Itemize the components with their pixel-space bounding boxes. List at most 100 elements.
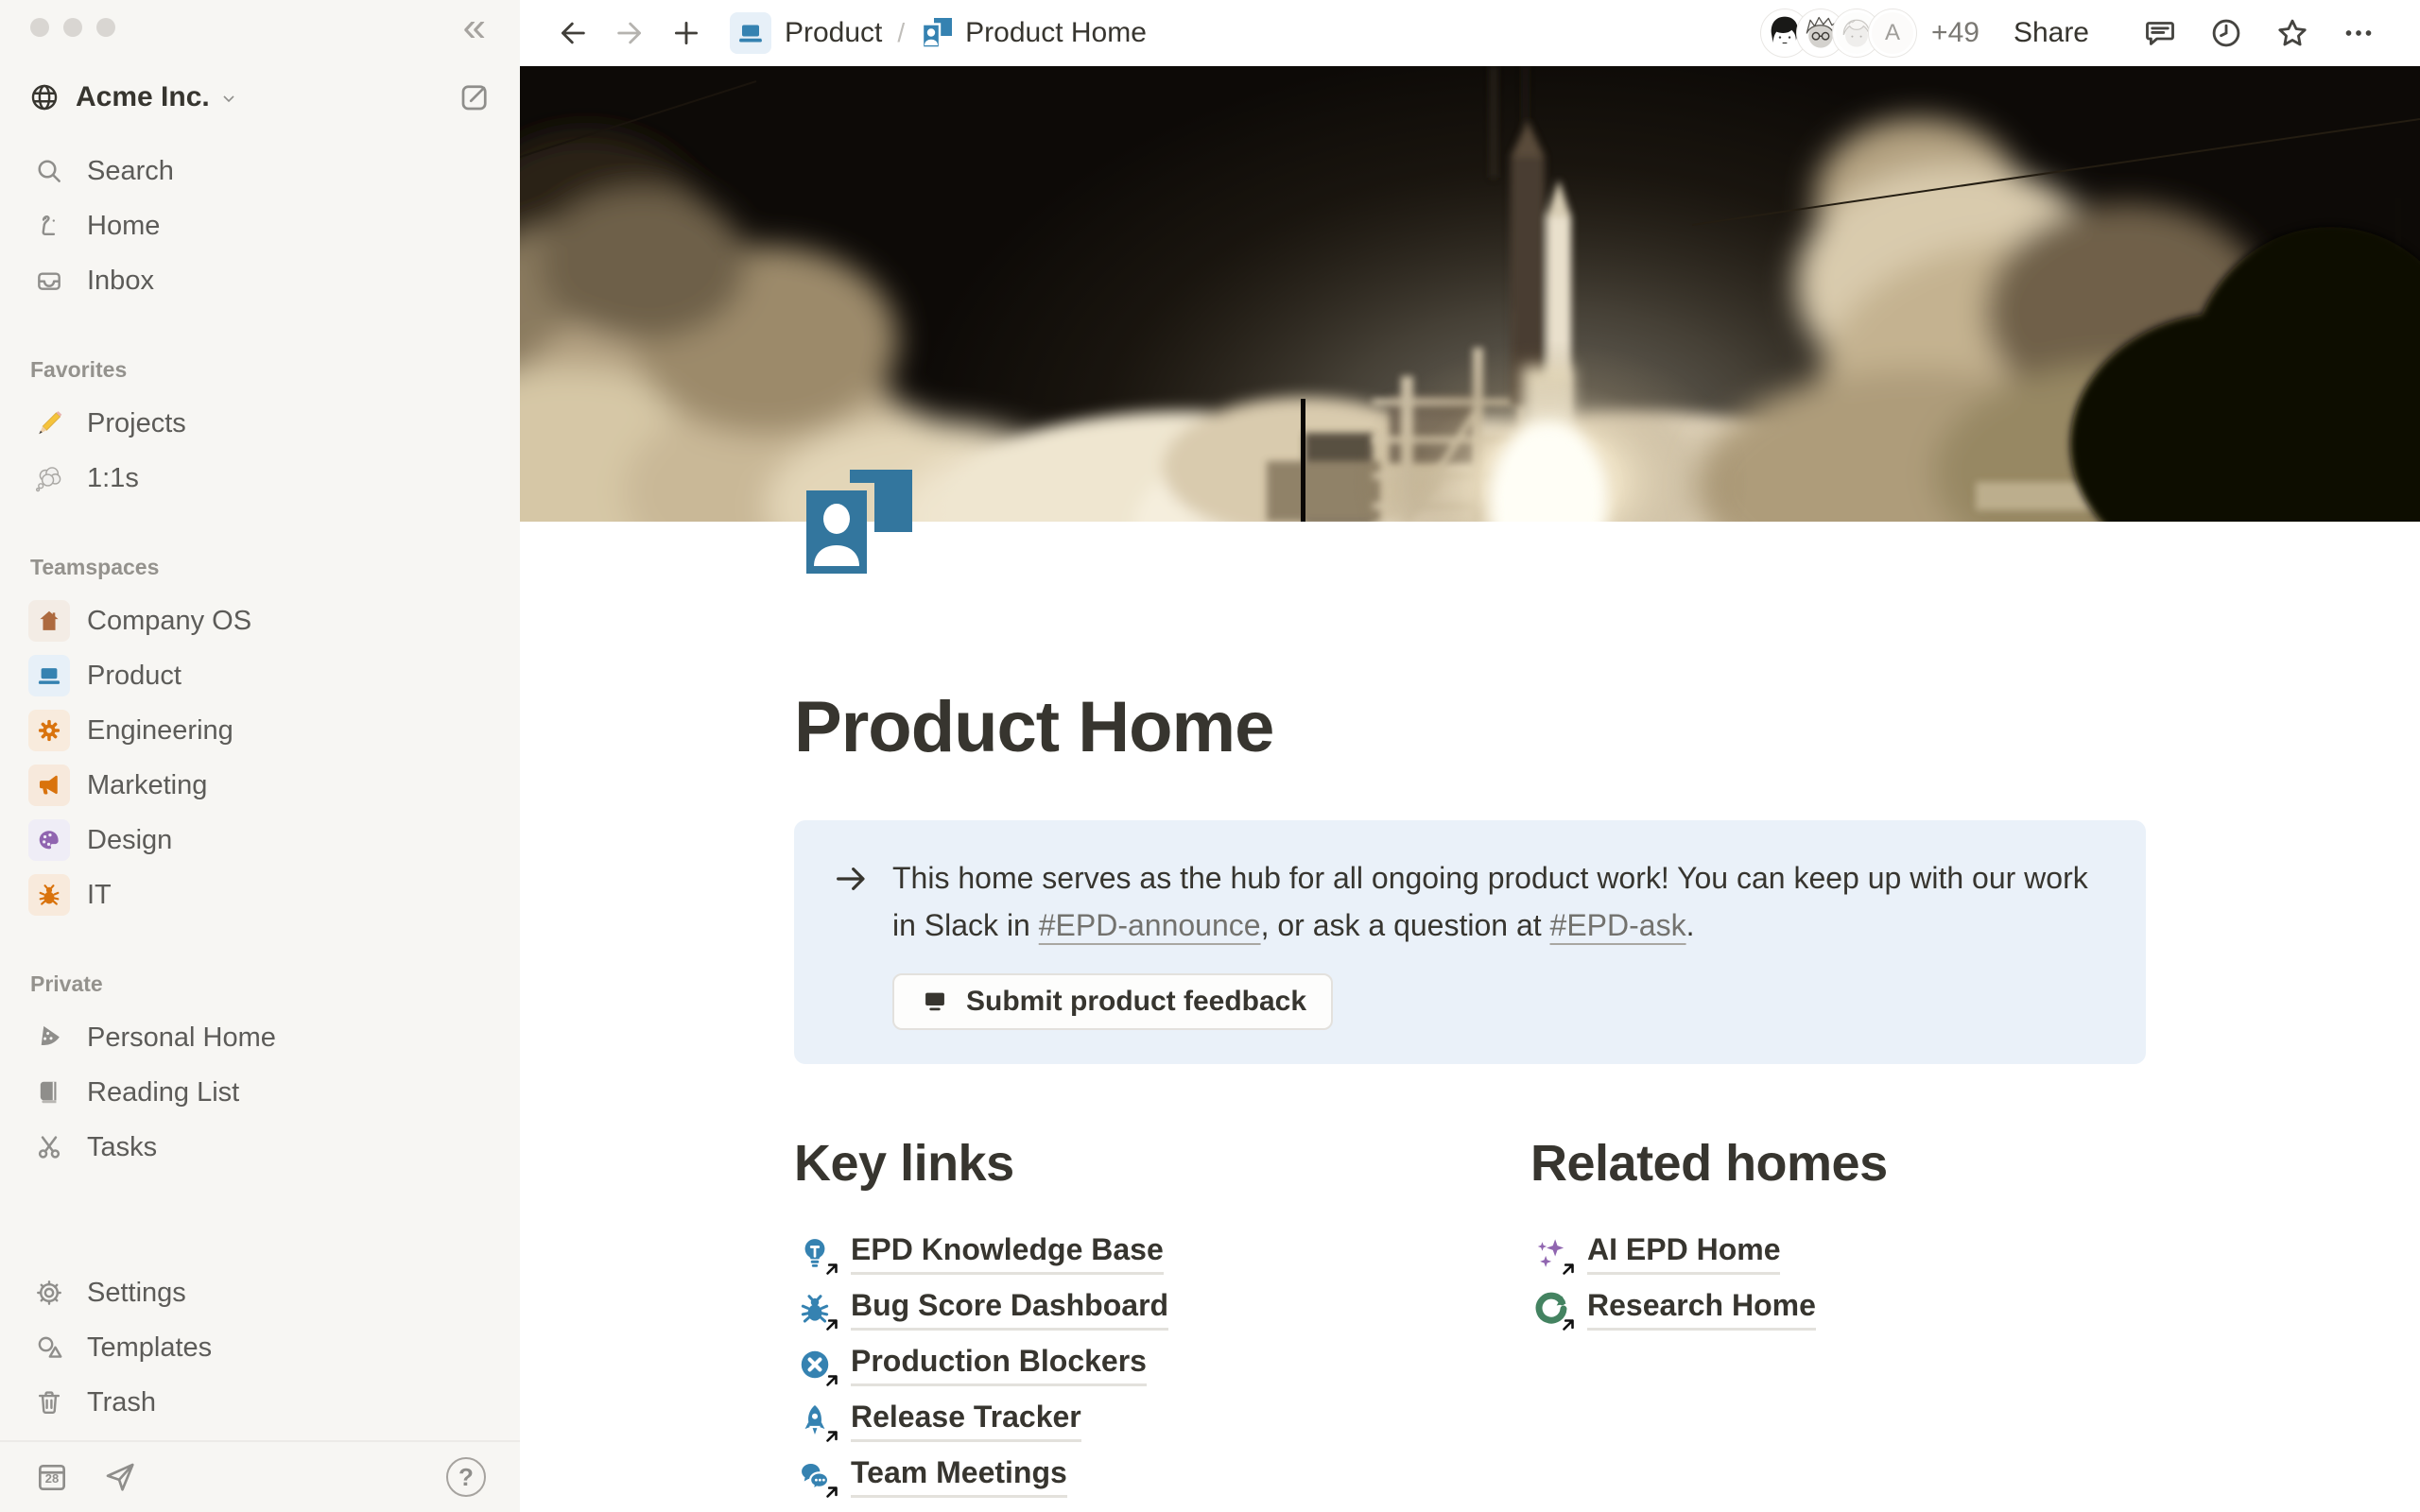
- back-icon[interactable]: [544, 17, 601, 49]
- sidebar-item-design[interactable]: Design: [17, 813, 503, 868]
- link-ai-epd-home[interactable]: AI EPD Home: [1530, 1225, 2146, 1280]
- help-icon[interactable]: ?: [446, 1457, 486, 1497]
- sidebar-item-label: Company OS: [87, 606, 251, 637]
- cover-image: [520, 66, 2420, 522]
- link-label: Production Blockers: [851, 1342, 1147, 1386]
- avatar-overflow: A: [1869, 9, 1916, 57]
- traffic-light-minimize[interactable]: [63, 18, 82, 37]
- link-research-home[interactable]: Research Home: [1530, 1280, 2146, 1336]
- traffic-light-zoom[interactable]: [96, 18, 115, 37]
- breadcrumb-separator: /: [897, 18, 905, 48]
- sidebar-item-templates[interactable]: Templates: [17, 1320, 503, 1375]
- callout: This home serves as the hub for all ongo…: [794, 820, 2146, 1064]
- link-release-tracker[interactable]: Release Tracker: [794, 1392, 1409, 1448]
- link-bug-score-dashboard[interactable]: Bug Score Dashboard: [794, 1280, 1409, 1336]
- search-icon: [28, 156, 70, 186]
- arrow-right-icon: [832, 854, 873, 1030]
- favorite-star-icon[interactable]: [2259, 16, 2325, 50]
- sidebar-item-projects[interactable]: Projects: [17, 396, 503, 451]
- sidebar-item-label: Home: [87, 211, 160, 242]
- sidebar-item-label: Templates: [87, 1332, 212, 1364]
- link-team-meetings[interactable]: Team Meetings: [794, 1448, 1409, 1503]
- key-links-column: Key links EPD Knowledge Base: [794, 1134, 1409, 1503]
- scissors-icon: [28, 1132, 70, 1162]
- slack-announce-link[interactable]: #EPD-announce: [1039, 908, 1261, 942]
- sidebar-item-marketing[interactable]: Marketing: [17, 758, 503, 813]
- breadcrumb-root[interactable]: Product: [785, 17, 882, 49]
- palette-icon: [28, 819, 70, 861]
- sidebar-item-label: Product: [87, 661, 182, 692]
- topbar-actions: A +49 Share: [1761, 9, 2392, 57]
- sidebar-item-engineering[interactable]: Engineering: [17, 703, 503, 758]
- thought-cloud-icon: [28, 462, 70, 494]
- section-label-favorites: Favorites: [17, 357, 503, 383]
- workspace-switcher[interactable]: Acme Inc.: [17, 68, 503, 127]
- more-ellipsis-icon[interactable]: [2325, 16, 2392, 50]
- sidebar-item-product[interactable]: Product: [17, 648, 503, 703]
- breadcrumb-page-icon: [920, 16, 954, 50]
- app-window: « Acme Inc. Search Home: [0, 0, 2420, 1512]
- sidebar-item-it[interactable]: IT: [17, 868, 503, 922]
- sidebar-item-label: Design: [87, 825, 172, 856]
- sidebar-utility-nav: Settings Templates Trash: [17, 1265, 503, 1430]
- sidebar-item-label: Marketing: [87, 770, 207, 801]
- trash-icon: [28, 1387, 70, 1418]
- workspace-name: Acme Inc.: [76, 81, 210, 113]
- calendar-icon[interactable]: 28: [34, 1459, 70, 1495]
- sidebar-item-label: Trash: [87, 1387, 156, 1418]
- cover-art-shuttle-launch: [520, 66, 2420, 522]
- bug-icon: [794, 1288, 836, 1330]
- gear-icon: [28, 710, 70, 751]
- inbox-tray-icon: [28, 266, 70, 296]
- share-button[interactable]: Share: [2014, 17, 2089, 49]
- sidebar-item-tasks[interactable]: Tasks: [17, 1120, 503, 1175]
- sidebar-item-personal-home[interactable]: Personal Home: [17, 1010, 503, 1065]
- page-title[interactable]: Product Home: [794, 690, 2146, 765]
- sidebar-item-label: Settings: [87, 1278, 186, 1309]
- external-arrow-icon: [1560, 1316, 1577, 1333]
- section-label-private: Private: [17, 971, 503, 997]
- gear-outline-icon: [28, 1278, 70, 1308]
- sidebar-item-1-1s[interactable]: 1:1s: [17, 451, 503, 506]
- sidebar-item-home[interactable]: Home: [17, 198, 503, 253]
- new-page-icon[interactable]: [658, 17, 715, 49]
- breadcrumb-product-icon[interactable]: [730, 12, 771, 54]
- sidebar-item-settings[interactable]: Settings: [17, 1265, 503, 1320]
- slack-ask-link[interactable]: #EPD-ask: [1550, 908, 1686, 942]
- link-label: Release Tracker: [851, 1398, 1081, 1442]
- page-icon[interactable]: [806, 470, 912, 580]
- callout-text-part: .: [1686, 908, 1695, 942]
- traffic-light-close[interactable]: [30, 18, 49, 37]
- sidebar-item-trash[interactable]: Trash: [17, 1375, 503, 1430]
- megaphone-icon: [28, 765, 70, 806]
- two-column-section: Key links EPD Knowledge Base: [794, 1134, 2146, 1503]
- link-label: Research Home: [1587, 1286, 1816, 1331]
- presence-overflow-count[interactable]: +49: [1931, 17, 1979, 49]
- lightbulb-icon: [794, 1232, 836, 1274]
- submit-feedback-button[interactable]: Submit product feedback: [892, 973, 1333, 1030]
- link-label: Bug Score Dashboard: [851, 1286, 1168, 1331]
- sidebar-item-inbox[interactable]: Inbox: [17, 253, 503, 308]
- forward-icon[interactable]: [601, 17, 658, 49]
- link-epd-knowledge-base[interactable]: EPD Knowledge Base: [794, 1225, 1409, 1280]
- comments-icon[interactable]: [2127, 16, 2193, 50]
- chat-bubbles-icon: [794, 1455, 836, 1497]
- sidebar-item-company-os[interactable]: Company OS: [17, 593, 503, 648]
- sidebar-item-search[interactable]: Search: [17, 144, 503, 198]
- related-homes-heading: Related homes: [1530, 1134, 2146, 1193]
- compose-icon[interactable]: [458, 80, 492, 114]
- sidebar-item-reading-list[interactable]: Reading List: [17, 1065, 503, 1120]
- sidebar-item-label: Inbox: [87, 266, 154, 297]
- sidebar: « Acme Inc. Search Home: [0, 0, 520, 1512]
- link-production-blockers[interactable]: Production Blockers: [794, 1336, 1409, 1392]
- callout-text-part: , or ask a question at: [1261, 908, 1550, 942]
- invite-send-icon[interactable]: [102, 1459, 138, 1495]
- presence-avatars[interactable]: A: [1761, 9, 1916, 57]
- breadcrumb-current[interactable]: Product Home: [965, 17, 1147, 49]
- sidebar-item-label: Engineering: [87, 715, 233, 747]
- collapse-sidebar-icon[interactable]: «: [458, 7, 490, 48]
- link-label: EPD Knowledge Base: [851, 1230, 1164, 1275]
- related-homes-column: Related homes AI EPD Home Res: [1530, 1134, 2146, 1503]
- home-doodle-icon: [28, 211, 70, 241]
- updates-clock-icon[interactable]: [2193, 16, 2259, 50]
